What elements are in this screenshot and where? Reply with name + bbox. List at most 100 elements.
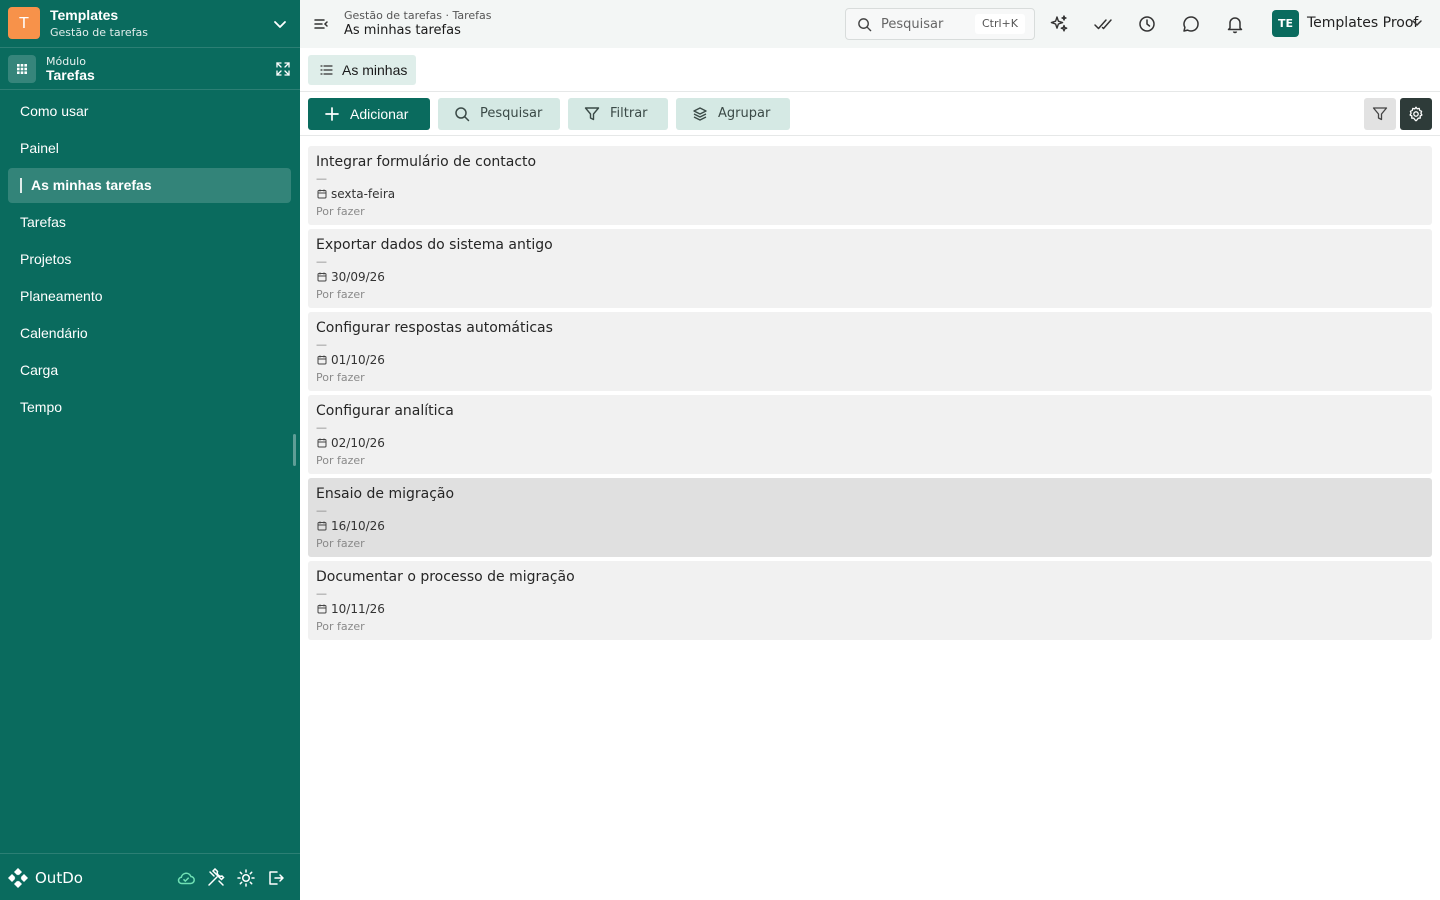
filter-icon: [1372, 107, 1388, 121]
task-separator: —: [316, 172, 327, 185]
task-card[interactable]: Documentar o processo de migração — 10/1…: [308, 561, 1432, 640]
calendar-icon: [317, 521, 327, 531]
sun-icon[interactable]: [236, 868, 256, 888]
task-title: Exportar dados do sistema antigo: [316, 237, 553, 253]
task-card[interactable]: Integrar formulário de contacto — sexta-…: [308, 146, 1432, 225]
cloud-check-icon[interactable]: [176, 868, 196, 888]
task-separator: —: [316, 504, 327, 517]
view-bar: As minhas: [300, 48, 1440, 92]
sidebar-item-painel[interactable]: Painel: [8, 131, 291, 166]
task-separator: —: [316, 338, 327, 351]
list-icon: [320, 65, 333, 75]
task-status: Por fazer: [316, 371, 365, 384]
advanced-filter-button[interactable]: [1364, 98, 1396, 130]
global-search[interactable]: Pesquisar Ctrl+K: [845, 8, 1035, 40]
task-title: Ensaio de migração: [316, 486, 455, 502]
task-title: Integrar formulário de contacto: [316, 154, 537, 170]
task-separator: —: [316, 255, 327, 268]
sidebar-item-projetos[interactable]: Projetos: [8, 242, 291, 277]
group-button-label: Agrupar: [718, 106, 771, 121]
search-placeholder: Pesquisar: [881, 17, 944, 32]
task-card[interactable]: Ensaio de migração — 16/10/26 Por fazer: [308, 478, 1432, 557]
add-button-label: Adicionar: [350, 106, 409, 122]
task-card[interactable]: Exportar dados do sistema antigo — 30/09…: [308, 229, 1432, 308]
expand-icon[interactable]: [276, 62, 290, 76]
task-status: Por fazer: [316, 620, 365, 633]
clock-icon[interactable]: [1137, 14, 1157, 34]
task-title: Configurar analítica: [316, 403, 454, 419]
chat-icon[interactable]: [1181, 14, 1201, 34]
workspace-subtitle: Gestão de tarefas: [50, 26, 148, 39]
bell-icon[interactable]: [1225, 14, 1245, 34]
double-check-icon[interactable]: [1093, 14, 1113, 34]
apps-grid-icon: [8, 55, 36, 83]
calendar-icon: [317, 438, 327, 448]
sidebar-item-calendario[interactable]: Calendário: [8, 316, 291, 351]
task-separator: —: [316, 587, 327, 600]
tab-as-minhas[interactable]: As minhas: [308, 55, 416, 85]
task-due-date: 10/11/26: [331, 602, 385, 616]
avatar[interactable]: TE: [1272, 10, 1299, 37]
module-name: Tarefas: [46, 67, 95, 83]
menu-toggle-icon[interactable]: [313, 16, 329, 32]
calendar-icon: [317, 355, 327, 365]
workspace-switcher[interactable]: T Templates Gestão de tarefas: [0, 0, 300, 48]
gear-icon: [1409, 106, 1423, 122]
chevron-down-icon[interactable]: [1411, 17, 1423, 29]
sidebar-item-tempo[interactable]: Tempo: [8, 390, 291, 425]
chevron-down-icon[interactable]: [272, 16, 288, 32]
filter-icon: [584, 107, 600, 121]
search-icon: [455, 107, 470, 122]
search-button[interactable]: Pesquisar: [438, 98, 560, 130]
sparkles-icon[interactable]: [1049, 14, 1069, 34]
tools-icon[interactable]: [206, 868, 226, 888]
sidebar-nav: Como usar Painel As minhas tarefas Taref…: [8, 94, 291, 427]
group-button[interactable]: Agrupar: [676, 98, 790, 130]
breadcrumb[interactable]: Gestão de tarefas · Tarefas: [344, 9, 492, 22]
task-due-date: sexta-feira: [331, 187, 396, 201]
task-due-date: 02/10/26: [331, 436, 385, 450]
calendar-icon: [317, 604, 327, 614]
task-title: Documentar o processo de migração: [316, 569, 575, 585]
sidebar-item-tarefas[interactable]: Tarefas: [8, 205, 291, 240]
search-shortcut: Ctrl+K: [975, 14, 1025, 34]
task-status: Por fazer: [316, 454, 365, 467]
toolbar: Adicionar Pesquisar Filtrar Agrupar: [300, 92, 1440, 136]
task-due-date: 01/10/26: [331, 353, 385, 367]
task-status: Por fazer: [316, 288, 365, 301]
sidebar: T Templates Gestão de tarefas Módulo Tar…: [0, 0, 300, 900]
task-due-date: 30/09/26: [331, 270, 385, 284]
workspace-logo: T: [8, 7, 40, 39]
task-card[interactable]: Configurar analítica — 02/10/26 Por faze…: [308, 395, 1432, 474]
layers-icon: [693, 107, 707, 121]
task-list: Integrar formulário de contacto — sexta-…: [308, 146, 1432, 644]
sidebar-item-planeamento[interactable]: Planeamento: [8, 279, 291, 314]
workspace-title: Templates: [50, 7, 119, 23]
search-button-label: Pesquisar: [480, 106, 543, 121]
module-switcher[interactable]: Módulo Tarefas: [0, 48, 300, 90]
sidebar-footer: OutDo: [0, 853, 300, 900]
plus-icon: [325, 107, 339, 121]
tab-label: As minhas: [342, 62, 408, 78]
outdo-logo-icon: [8, 868, 28, 888]
calendar-icon: [317, 189, 327, 199]
sidebar-item-as-minhas-tarefas[interactable]: As minhas tarefas: [8, 168, 291, 203]
add-button[interactable]: Adicionar: [308, 98, 430, 130]
top-header: Gestão de tarefas · Tarefas As minhas ta…: [300, 0, 1440, 48]
sidebar-resize-handle[interactable]: [293, 434, 296, 466]
task-status: Por fazer: [316, 537, 365, 550]
task-card[interactable]: Configurar respostas automáticas — 01/10…: [308, 312, 1432, 391]
filter-button[interactable]: Filtrar: [568, 98, 668, 130]
user-name[interactable]: Templates Proof: [1307, 15, 1418, 31]
task-title: Configurar respostas automáticas: [316, 320, 553, 336]
task-due-date: 16/10/26: [331, 519, 385, 533]
calendar-icon: [317, 272, 327, 282]
filter-button-label: Filtrar: [610, 106, 648, 121]
brand-name: OutDo: [35, 869, 83, 887]
logout-icon[interactable]: [266, 868, 286, 888]
sidebar-item-carga[interactable]: Carga: [8, 353, 291, 388]
page-title: As minhas tarefas: [344, 23, 461, 38]
view-settings-button[interactable]: [1400, 98, 1432, 130]
task-status: Por fazer: [316, 205, 365, 218]
sidebar-item-como-usar[interactable]: Como usar: [8, 94, 291, 129]
